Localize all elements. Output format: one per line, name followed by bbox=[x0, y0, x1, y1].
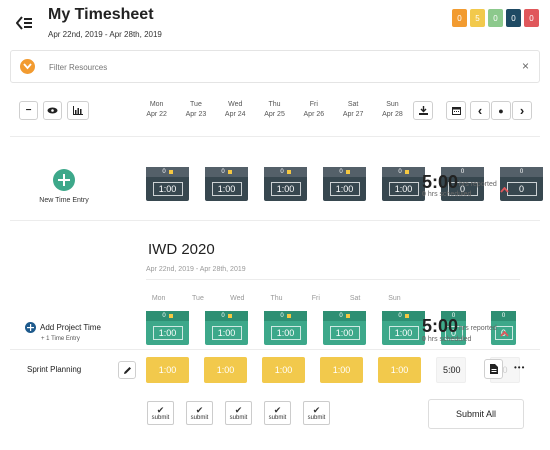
new-time-entry-button[interactable] bbox=[53, 169, 75, 191]
page-title: My Timesheet bbox=[48, 6, 154, 23]
task-day-input[interactable]: 1:00 bbox=[146, 357, 189, 383]
project-hrs-scheduled: 0 hrs scheduled bbox=[422, 336, 472, 343]
check-icon: ✔ bbox=[273, 404, 282, 415]
day-total-cell[interactable]: 0 1:00 bbox=[146, 167, 189, 201]
day-name: Tue bbox=[192, 295, 204, 302]
filter-dropdown-icon[interactable] bbox=[20, 59, 35, 74]
submit-day-button[interactable]: ✔ submit bbox=[303, 401, 330, 425]
status-badge[interactable]: 0 bbox=[452, 9, 467, 27]
status-badge[interactable]: 5 bbox=[470, 9, 485, 27]
plus-icon bbox=[58, 174, 70, 186]
download-icon bbox=[418, 106, 428, 115]
submit-buttons: ✔ submit ✔ submit ✔ submit ✔ submit ✔ submit bbox=[147, 401, 330, 425]
project-day-cell[interactable]: 0 1:00 bbox=[323, 311, 366, 345]
day-total-cell[interactable]: 0 1:00 bbox=[382, 167, 425, 201]
status-badges: 0 5 0 0 0 bbox=[452, 9, 539, 27]
download-button[interactable] bbox=[413, 101, 433, 120]
day-header: Sat Apr 27 bbox=[342, 101, 364, 118]
view-button[interactable] bbox=[43, 101, 62, 120]
task-notes-button[interactable] bbox=[484, 359, 503, 379]
today-button[interactable]: ● bbox=[491, 101, 511, 120]
day-name: Fri bbox=[311, 295, 320, 302]
calendar-icon bbox=[451, 107, 461, 115]
divider bbox=[146, 279, 520, 280]
status-badge[interactable]: 0 bbox=[524, 9, 539, 27]
submit-day-button[interactable]: ✔ submit bbox=[225, 401, 252, 425]
prev-week-button[interactable]: ‹ bbox=[470, 101, 490, 120]
check-icon: ✔ bbox=[195, 404, 204, 415]
collapse-up-icon[interactable] bbox=[500, 180, 509, 198]
bar-chart-icon bbox=[73, 106, 83, 115]
filter-resources-input[interactable] bbox=[49, 60, 449, 74]
task-name: Sprint Planning bbox=[27, 365, 82, 374]
submit-day-button[interactable]: ✔ submit bbox=[147, 401, 174, 425]
check-icon: ✔ bbox=[312, 404, 321, 415]
day-total-cell[interactable]: 0 1:00 bbox=[264, 167, 307, 201]
date-range: Apr 22nd, 2019 - Apr 28th, 2019 bbox=[48, 30, 162, 39]
document-icon bbox=[489, 364, 498, 374]
time-entry-count: + 1 Time Entry bbox=[41, 336, 80, 342]
divider bbox=[10, 220, 540, 221]
task-day-input[interactable]: 1:00 bbox=[262, 357, 305, 383]
task-cells: 1:00 1:00 1:00 1:00 1:00 0 0 bbox=[146, 357, 520, 383]
submit-day-button[interactable]: ✔ submit bbox=[264, 401, 291, 425]
more-options-icon[interactable]: ••• bbox=[514, 363, 525, 372]
collapse-up-icon[interactable] bbox=[500, 324, 509, 342]
calendar-button[interactable] bbox=[446, 101, 466, 120]
day-header: Mon Apr 22 bbox=[146, 101, 167, 118]
project-day-names: Mon Tue Wed Thu Fri Sat Sun bbox=[139, 294, 414, 304]
day-header: Thu Apr 25 bbox=[264, 101, 285, 118]
submit-day-button[interactable]: ✔ submit bbox=[186, 401, 213, 425]
check-icon: ✔ bbox=[234, 404, 243, 415]
hrs-scheduled: 0 hrs scheduled bbox=[422, 191, 472, 198]
project-day-cell[interactable]: 0 1:00 bbox=[264, 311, 307, 345]
day-name: Mon bbox=[151, 295, 166, 302]
day-name: Wed bbox=[230, 295, 245, 302]
hrs-reported-label: hrs reported bbox=[459, 181, 497, 188]
day-header: Fri Apr 26 bbox=[303, 101, 325, 118]
filter-bar: × bbox=[10, 50, 540, 83]
eye-icon bbox=[47, 107, 58, 114]
day-header: Sun Apr 28 bbox=[382, 101, 403, 118]
clear-filter-icon[interactable]: × bbox=[522, 59, 529, 73]
week-header: Mon Apr 22 Tue Apr 23 Wed Apr 24 Thu Apr 25 … bbox=[137, 100, 412, 120]
project-name: IWD 2020 bbox=[148, 241, 215, 258]
task-day-input[interactable]: 1:00 bbox=[378, 357, 421, 383]
project-day-cell[interactable]: 0 1:00 bbox=[205, 311, 248, 345]
task-day-input[interactable]: 1:00 bbox=[320, 357, 363, 383]
collapse-button[interactable]: − bbox=[19, 101, 38, 120]
day-name: Sun bbox=[388, 295, 401, 302]
week-total: 5:00 bbox=[422, 172, 459, 192]
chart-button[interactable] bbox=[67, 101, 89, 120]
check-icon: ✔ bbox=[156, 404, 165, 415]
next-week-button[interactable]: › bbox=[512, 101, 532, 120]
pencil-icon bbox=[123, 366, 131, 374]
submit-all-button[interactable]: Submit All bbox=[428, 399, 524, 429]
status-badge[interactable]: 0 bbox=[506, 9, 521, 27]
day-total-cell[interactable]: 0 1:00 bbox=[323, 167, 366, 201]
task-day-input[interactable]: 1:00 bbox=[204, 357, 247, 383]
new-time-entry-label: New Time Entry bbox=[39, 197, 89, 204]
day-name: Thu bbox=[270, 295, 283, 302]
day-header: Wed Apr 24 bbox=[224, 101, 246, 118]
status-badge[interactable]: 0 bbox=[488, 9, 503, 27]
project-total: 5:00 bbox=[422, 316, 459, 336]
add-project-time-button[interactable]: Add Project Time bbox=[25, 322, 101, 333]
divider bbox=[10, 136, 540, 137]
edit-task-button[interactable] bbox=[118, 361, 136, 379]
project-date-range: Apr 22nd, 2019 - Apr 28th, 2019 bbox=[146, 266, 246, 273]
project-day-cell[interactable]: 0 1:00 bbox=[382, 311, 425, 345]
project-day-cell[interactable]: 0 1:00 bbox=[146, 311, 189, 345]
task-total: 5:00 bbox=[443, 365, 461, 375]
divider bbox=[10, 349, 540, 350]
project-hrs-reported-label: hrs reported bbox=[459, 325, 497, 332]
day-name: Sat bbox=[349, 295, 361, 302]
back-arrow-icon[interactable] bbox=[15, 16, 32, 30]
day-header: Tue Apr 23 bbox=[185, 101, 207, 118]
plus-circle-icon bbox=[25, 322, 36, 333]
day-total-cell[interactable]: 0 1:00 bbox=[205, 167, 248, 201]
add-project-time-label: Add Project Time bbox=[40, 323, 101, 332]
